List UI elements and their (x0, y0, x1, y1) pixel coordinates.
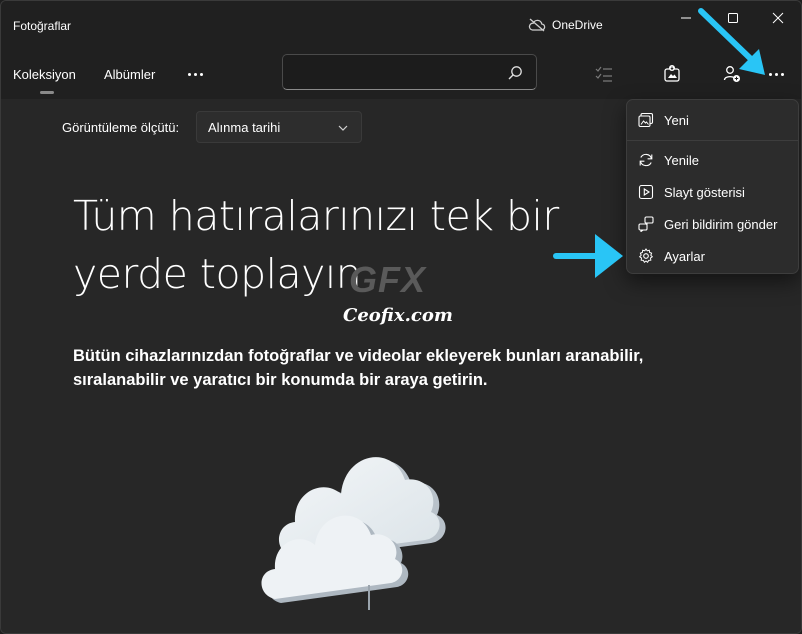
chevron-down-icon (338, 125, 348, 131)
menu-item-yenile[interactable]: Yenile (631, 145, 794, 175)
search-box[interactable] (282, 54, 537, 90)
search-input[interactable] (291, 61, 491, 83)
active-tab-indicator (40, 91, 54, 94)
ellipsis-dot (193, 72, 197, 76)
title-bar: Fotoğraflar OneDrive (1, 1, 801, 49)
watermark-text: Ceofix.com (343, 305, 453, 326)
close-icon (772, 12, 784, 24)
onedrive-status[interactable]: OneDrive (528, 18, 603, 32)
sort-value: Alınma tarihi (208, 120, 281, 135)
menu-item-yeni[interactable]: Yeni (631, 105, 794, 135)
menu-item-geri-bildirim[interactable]: Geri bildirim gönder (631, 209, 794, 239)
description: Bütün cihazlarınızdan fotoğraflar ve vid… (73, 347, 644, 389)
tab-koleksiyon[interactable]: Koleksiyon (13, 67, 76, 82)
menu-label: Slayt gösterisi (664, 184, 745, 200)
menu-label: Yeni (664, 112, 689, 128)
ellipsis-dot (199, 72, 203, 76)
slideshow-icon (638, 184, 654, 200)
annotation-arrow-settings (553, 234, 623, 278)
new-image-icon (638, 112, 654, 128)
minimize-icon (681, 17, 691, 19)
cloud-off-icon (528, 18, 546, 32)
nav-bar: Koleksiyon Albümler (1, 49, 801, 99)
menu-item-ayarlar[interactable]: Ayarlar (631, 241, 794, 271)
menu-item-slayt[interactable]: Slayt gösterisi (631, 177, 794, 207)
menu-label: Geri bildirim gönder (664, 216, 778, 232)
menu-label: Yenile (664, 152, 699, 168)
annotation-arrow-more (698, 8, 765, 75)
import-icon (664, 65, 680, 82)
feedback-icon (638, 216, 654, 232)
watermark-logo: GFX (349, 259, 427, 300)
ellipsis-icon (187, 72, 191, 76)
search-icon[interactable] (507, 65, 523, 81)
cloud-illustration (261, 457, 446, 610)
gear-icon (638, 248, 654, 264)
more-dot (780, 72, 784, 76)
photos-window: Fotoğraflar OneDrive Koleksiyon Albümler (0, 0, 802, 634)
refresh-icon (638, 152, 654, 168)
onedrive-label: OneDrive (552, 18, 603, 32)
select-icon (595, 66, 612, 82)
tab-albumler[interactable]: Albümler (104, 67, 155, 82)
app-title: Fotoğraflar (13, 19, 72, 33)
import-button[interactable] (661, 63, 683, 85)
ceofix-watermark: GFX Ceofix.com (335, 259, 470, 339)
menu-label: Ayarlar (664, 248, 705, 264)
more-dot (774, 72, 778, 76)
select-button[interactable] (593, 63, 615, 85)
menu-separator (627, 140, 798, 141)
more-options-menu: Yeni Yenile Slayt gösterisi Geri bildiri… (626, 99, 799, 274)
nav-more-button[interactable] (184, 63, 206, 85)
sort-dropdown[interactable]: Alınma tarihi (196, 111, 362, 143)
sort-label: Görüntüleme ölçütü: (62, 120, 180, 135)
